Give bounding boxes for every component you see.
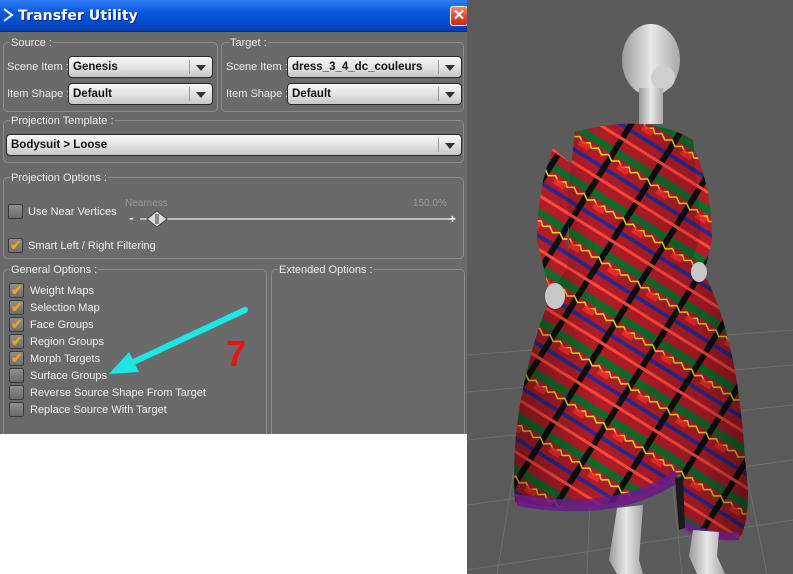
- close-icon: ✕: [452, 7, 466, 24]
- region-groups-label: Region Groups: [30, 336, 104, 348]
- reverse-source-shape-checkbox[interactable]: [9, 385, 24, 400]
- face-groups-checkbox[interactable]: ✔: [9, 316, 24, 332]
- chevron-down-icon: [196, 65, 206, 71]
- checkmark-icon: ✔: [11, 350, 23, 366]
- source-scene-item-select[interactable]: Genesis: [68, 56, 213, 78]
- replace-source-with-target-checkbox[interactable]: [9, 402, 24, 417]
- reverse-source-shape-label: Reverse Source Shape From Target: [30, 387, 206, 399]
- extended-options-group: [271, 269, 465, 434]
- figure-left-hand: [545, 283, 565, 309]
- projection-template-label: Projection Template :: [10, 115, 115, 127]
- source-item-shape-select[interactable]: Default: [68, 83, 213, 105]
- source-scene-item-label: Scene Item :: [7, 61, 69, 73]
- figure-right-hand: [691, 262, 707, 282]
- use-near-vertices-checkbox[interactable]: [8, 204, 23, 219]
- annotation-number: 7: [226, 333, 247, 374]
- face-groups-label: Face Groups: [30, 319, 94, 331]
- nearness-slider-thumb[interactable]: [146, 210, 168, 228]
- general-options-label: General Options :: [10, 264, 99, 276]
- region-groups-checkbox[interactable]: ✔: [9, 333, 24, 349]
- figure-head: [622, 24, 680, 124]
- surface-groups-checkbox[interactable]: [9, 368, 24, 383]
- dress-mesh: [514, 123, 748, 541]
- use-near-vertices-label: Use Near Vertices: [28, 206, 117, 218]
- target-item-shape-select[interactable]: Default: [287, 83, 462, 105]
- chevron-down-icon: [445, 92, 455, 98]
- target-group-label: Target :: [229, 37, 268, 49]
- source-group-label: Source :: [10, 37, 53, 49]
- selection-map-label: Selection Map: [30, 302, 100, 314]
- chevron-down-icon: [196, 92, 206, 98]
- nearness-increment[interactable]: +: [449, 212, 456, 226]
- extended-options-label: Extended Options :: [278, 264, 374, 276]
- smart-filtering-label: Smart Left / Right Filtering: [28, 240, 156, 252]
- checkmark-icon: ✔: [11, 333, 23, 349]
- weight-maps-checkbox[interactable]: ✔: [9, 282, 24, 298]
- replace-source-with-target-label: Replace Source With Target: [30, 404, 167, 416]
- smart-filtering-checkbox[interactable]: ✔: [8, 237, 23, 253]
- morph-targets-checkbox[interactable]: ✔: [9, 350, 24, 366]
- selection-map-checkbox[interactable]: ✔: [9, 299, 24, 315]
- target-scene-item-select[interactable]: dress_3_4_dc_couleurs: [287, 56, 462, 78]
- checkmark-icon: ✔: [11, 316, 23, 332]
- 3d-viewport[interactable]: [467, 0, 793, 574]
- checkmark-icon: ✔: [11, 282, 23, 298]
- viewport-scene: [467, 24, 793, 574]
- window-title: Transfer Utility: [18, 8, 138, 24]
- nearness-label: Nearness: [125, 198, 168, 209]
- transfer-utility-dialog: Transfer Utility ✕ Source : Scene Item :…: [0, 0, 467, 434]
- checkmark-icon: ✔: [10, 237, 22, 253]
- nearness-value: 150.0%: [413, 198, 447, 209]
- title-bar[interactable]: Transfer Utility ✕: [0, 0, 467, 32]
- close-button[interactable]: ✕: [450, 6, 467, 26]
- projection-options-label: Projection Options :: [10, 172, 108, 184]
- source-item-shape-label: Item Shape :: [7, 88, 70, 100]
- target-scene-item-label: Scene Item :: [226, 61, 288, 73]
- target-item-shape-label: Item Shape :: [226, 88, 289, 100]
- morph-targets-label: Morph Targets: [30, 353, 101, 365]
- daz-app-icon: [3, 8, 14, 22]
- weight-maps-label: Weight Maps: [30, 285, 94, 297]
- chevron-down-icon: [445, 143, 455, 149]
- nearness-decrement[interactable]: -: [129, 210, 133, 225]
- projection-template-select[interactable]: Bodysuit > Loose: [6, 134, 462, 156]
- chevron-down-icon: [445, 65, 455, 71]
- checkmark-icon: ✔: [11, 299, 23, 315]
- nearness-slider-track[interactable]: [140, 218, 450, 220]
